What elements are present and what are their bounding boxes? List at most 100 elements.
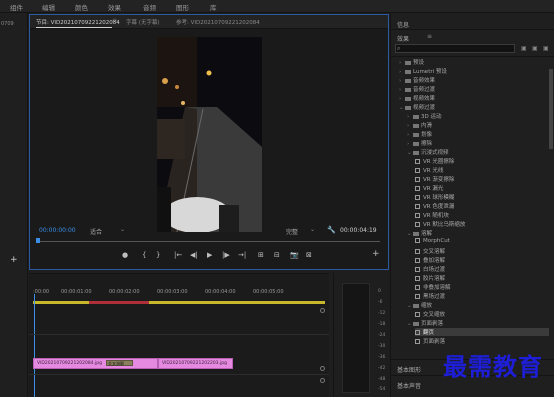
menu-item-color[interactable]: 颜色	[75, 2, 88, 12]
effect-item[interactable]: 黑场过渡	[415, 292, 549, 300]
mark-out-icon[interactable]: }	[156, 251, 160, 259]
transition-effect-icon	[415, 222, 420, 227]
meter-value: -24	[378, 333, 386, 338]
scrollbar[interactable]	[549, 69, 553, 149]
time-ruler[interactable]: :00:00 00:00:01:00 00:00:02:00 00:00:03:…	[33, 287, 325, 301]
effects-panel-title[interactable]: 效果	[397, 34, 409, 43]
effects-tree: › 预设 › Lumetri 预设 › 音频效果 › 音频过渡 › 视频效果 ⌄ 视频过渡 › 3D 运动…	[391, 58, 549, 348]
tree-item-label: MorphCut	[423, 238, 450, 244]
camera-icon[interactable]: 📷	[290, 251, 299, 259]
effect-item[interactable]: VR 渐变擦除	[415, 175, 549, 183]
yuv-effects-icon[interactable]: ▣	[543, 45, 549, 52]
effects-folder[interactable]: › Lumetri 预设	[399, 67, 549, 75]
chevron-down-icon[interactable]: ⌄	[120, 226, 125, 233]
playhead-timecode[interactable]: 00:00:00:00	[39, 227, 76, 234]
wrench-icon[interactable]: 🔧	[327, 226, 336, 234]
tab-reference[interactable]: 参考: VID20210709221202084	[176, 18, 260, 26]
chevron-down-icon[interactable]: ⌄	[310, 226, 315, 233]
transition-effect-icon	[415, 177, 420, 182]
effects-folder[interactable]: ⌄ 缩放	[407, 301, 549, 309]
menu-item-components[interactable]: 组件	[10, 2, 23, 12]
essential-graphics-title[interactable]: 基本图形	[397, 365, 421, 374]
play-icon[interactable]: ▶	[207, 251, 212, 259]
effects-folder[interactable]: › 3D 运动	[407, 112, 549, 120]
folder-icon	[413, 114, 419, 119]
scroll-handle[interactable]	[320, 378, 325, 383]
timeline-playhead[interactable]	[34, 294, 35, 397]
menu-item-effects[interactable]: 效果	[108, 2, 121, 12]
effects-folder[interactable]: › 音频效果	[399, 76, 549, 84]
marker-icon[interactable]: ●	[122, 251, 128, 259]
watermark-logo: 最需教育	[443, 352, 543, 381]
effects-folder[interactable]: ⌄ 视频过渡	[399, 103, 549, 111]
32bit-effects-icon[interactable]: ▣	[532, 45, 538, 52]
tab-program[interactable]: 节目: VID20210709221202084	[36, 18, 120, 26]
menu-icon[interactable]: ≡	[427, 33, 432, 40]
effects-folder[interactable]: › 预设	[399, 58, 549, 66]
accelerated-effects-icon[interactable]: ▣	[521, 45, 527, 52]
effect-item[interactable]: MorphCut	[415, 238, 549, 246]
effect-item[interactable]: VR 色度泄漏	[415, 202, 549, 210]
effect-item[interactable]: 白场过渡	[415, 265, 549, 273]
effects-folder[interactable]: › 视频效果	[399, 94, 549, 102]
scrub-bar[interactable]	[36, 238, 380, 243]
add-icon[interactable]: +	[372, 249, 380, 259]
step-forward-icon[interactable]: |▶	[222, 251, 230, 259]
effect-item[interactable]: 胶片溶解	[415, 274, 549, 282]
step-back-icon[interactable]: ◀|	[190, 251, 198, 259]
effects-folder[interactable]: ⌄ 页面剥落	[407, 319, 549, 327]
menu-item-edit[interactable]: 编辑	[42, 2, 55, 12]
tree-item-label: 划像	[421, 132, 433, 138]
effects-search-input[interactable]: ⌕	[395, 44, 515, 53]
extract-icon[interactable]: ⊟	[274, 251, 280, 259]
effect-item[interactable]: VR 随机块	[415, 211, 549, 219]
lift-icon[interactable]: ⊞	[258, 251, 264, 259]
compare-icon[interactable]: ⊠	[306, 251, 312, 259]
fit-select[interactable]: 适合	[90, 227, 102, 236]
effect-item[interactable]: 交叉溶解	[415, 247, 549, 255]
effect-item[interactable]: VR 光线	[415, 166, 549, 174]
playhead-marker[interactable]	[36, 238, 40, 243]
effects-folder[interactable]: › 划像	[407, 130, 549, 138]
effect-item[interactable]: 交叉缩放	[415, 310, 549, 318]
transition-block[interactable]: 交叉溶解	[106, 360, 133, 366]
transition-effect-icon	[415, 168, 420, 173]
menu-item-audio[interactable]: 音频	[143, 2, 156, 12]
info-panel-title[interactable]: 信息	[397, 20, 409, 29]
scroll-handle[interactable]	[320, 308, 325, 313]
effects-folder[interactable]: › 音频过渡	[399, 85, 549, 93]
scroll-handle[interactable]	[320, 366, 325, 371]
effects-folder[interactable]: ⌄ 沉浸式视频	[407, 148, 549, 156]
tab-captions[interactable]: 字幕 (无字幕)	[126, 18, 160, 26]
effect-item[interactable]: VR 球形模糊	[415, 193, 549, 201]
effect-item[interactable]: 非叠加溶解	[415, 283, 549, 291]
quality-select[interactable]: 完整	[286, 227, 298, 236]
add-icon[interactable]: +	[10, 255, 18, 265]
menu-icon[interactable]: ≡	[112, 17, 117, 24]
effects-folder[interactable]: › 内滑	[407, 121, 549, 129]
mark-in-icon[interactable]: {	[142, 251, 146, 259]
transition-effect-icon	[415, 238, 420, 243]
effect-item[interactable]: 翻页	[415, 328, 549, 336]
transition-label: 交叉溶解	[108, 361, 124, 366]
folder-icon	[405, 105, 411, 110]
video-clip[interactable]: VID20210709221202084.jpg	[33, 358, 158, 369]
transition-effect-icon	[415, 186, 420, 191]
video-clip[interactable]: VID20210709221202203.jpg	[158, 358, 233, 369]
menu-item-libraries[interactable]: 库	[210, 2, 217, 12]
divider	[391, 29, 554, 30]
effect-item[interactable]: 页面剥落	[415, 337, 549, 345]
effect-item[interactable]: 叠加溶解	[415, 256, 549, 264]
effects-folder[interactable]: ⌄ 溶解	[407, 229, 549, 237]
effect-item[interactable]: VR 光圈擦除	[415, 157, 549, 165]
go-to-in-icon[interactable]: |←	[174, 251, 182, 259]
work-area-bar[interactable]	[33, 301, 325, 304]
go-to-out-icon[interactable]: →|	[238, 251, 246, 259]
effect-item[interactable]: VR 默比乌斯缩放	[415, 220, 549, 228]
menu-item-graphics[interactable]: 图形	[176, 2, 189, 12]
effect-item[interactable]: VR 漏光	[415, 184, 549, 192]
tree-item-label: 叠加溶解	[423, 258, 446, 264]
essential-sound-title[interactable]: 基本声音	[397, 381, 421, 390]
meter-value: -48	[378, 377, 386, 382]
effects-folder[interactable]: › 擦除	[407, 139, 549, 147]
